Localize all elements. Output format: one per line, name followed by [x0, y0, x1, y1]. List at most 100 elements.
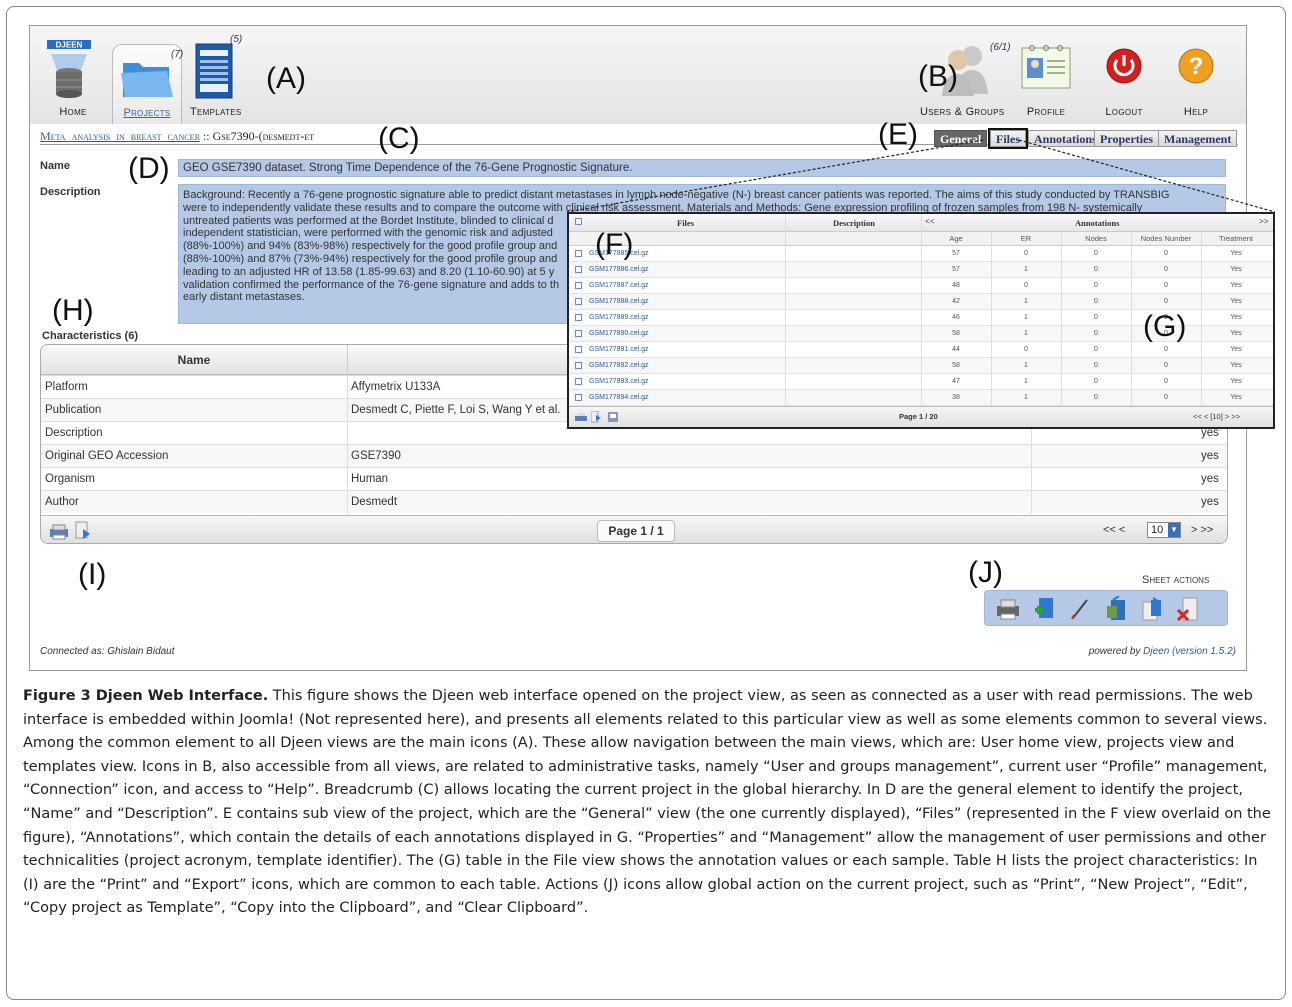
files-footer: Page 1 / 20 << < [10] > >> — [569, 406, 1273, 427]
copy-as-template-icon[interactable] — [1103, 596, 1129, 622]
nav-help-label: Help — [1183, 106, 1209, 118]
header-annotations: Annotations — [1075, 218, 1120, 228]
edit-icon[interactable] — [1067, 596, 1093, 622]
nav-home[interactable]: DJEEN Home — [38, 40, 108, 122]
row-checkbox[interactable] — [575, 266, 582, 273]
nav-logout[interactable]: Logout — [1084, 46, 1164, 122]
row-name: Description — [45, 427, 103, 439]
annotations-next[interactable]: >> — [1259, 216, 1269, 226]
cell-er: 1 — [1024, 378, 1028, 385]
djeen-version-link[interactable]: Djeen (version 1.5.2) — [1143, 646, 1236, 657]
export-icon[interactable] — [75, 521, 91, 541]
print-icon[interactable] — [575, 413, 587, 423]
cell-age: 57 — [952, 266, 960, 273]
export-icon[interactable] — [591, 411, 601, 423]
row-name: Author — [45, 496, 79, 508]
cell-er: 0 — [1024, 282, 1028, 289]
name-label: Name — [40, 160, 70, 172]
label-d: (D) — [128, 152, 170, 185]
clear-clipboard-icon[interactable] — [1175, 596, 1201, 622]
file-link[interactable]: GSM177890.cel.gz — [589, 330, 649, 337]
nav-profile[interactable]: Profile — [1006, 45, 1086, 122]
row-checkbox[interactable] — [575, 298, 582, 305]
row-checkbox[interactable] — [575, 282, 582, 289]
tab-files[interactable]: Files — [988, 128, 1028, 149]
row-name: Publication — [45, 404, 102, 416]
label-b: (B) — [918, 60, 958, 93]
caption-title: Figure 3 Djeen Web Interface. — [23, 688, 269, 704]
description-line: Background: Recently a 76-gene prognosti… — [183, 189, 1170, 201]
nav-templates[interactable]: (5) Templates — [186, 34, 256, 122]
cell-nn: 0 — [1164, 298, 1168, 305]
header-name[interactable]: Name — [41, 353, 347, 367]
page-size-value: 10 — [1151, 524, 1164, 536]
annotations-prev[interactable]: << — [925, 216, 935, 226]
cell-tr: Yes — [1230, 394, 1242, 401]
cell-er: 1 — [1024, 394, 1028, 401]
nav-help[interactable]: ? Help — [1156, 46, 1236, 122]
file-link[interactable]: GSM177888.cel.gz — [589, 298, 649, 305]
cell-nn: 0 — [1164, 394, 1168, 401]
cell-er: 1 — [1024, 266, 1028, 273]
label-e: (E) — [878, 118, 918, 151]
file-link[interactable]: GSM177894.cel.gz — [589, 394, 649, 401]
print-icon[interactable] — [995, 596, 1021, 622]
file-link[interactable]: GSM177891.cel.gz — [589, 346, 649, 353]
row-checkbox[interactable] — [575, 314, 582, 321]
connected-as: Connected as: Ghislain Bidaut — [40, 646, 175, 657]
file-link[interactable]: GSM177889.cel.gz — [589, 314, 649, 321]
table-row[interactable]: Original GEO Accession GSE7390 yes — [41, 444, 1227, 468]
row-checkbox[interactable] — [575, 250, 582, 257]
subheader-er: ER — [1020, 234, 1032, 243]
subheader-age: Age — [949, 234, 963, 243]
powered-by: powered by Djeen (version 1.5.2) — [1089, 646, 1236, 657]
nav-projects[interactable]: (7) Projects — [112, 44, 183, 124]
tab-management[interactable]: Management — [1158, 130, 1238, 147]
page-size-select[interactable]: 10 ▼ — [1147, 522, 1181, 538]
table-row[interactable]: Organism Human yes — [41, 467, 1227, 491]
new-project-icon[interactable] — [1031, 596, 1057, 622]
pager-prev[interactable]: << < — [1103, 524, 1125, 536]
breadcrumb: Meta_analysis_in_breast_cancer :: Gse739… — [40, 129, 314, 144]
cell-nodes: 0 — [1094, 298, 1098, 305]
profile-card-icon — [1021, 45, 1071, 89]
tab-annotations[interactable]: Annotations — [1028, 130, 1103, 147]
download-icon[interactable] — [607, 411, 619, 423]
pager-next[interactable]: > >> — [1191, 524, 1213, 536]
breadcrumb-project-link[interactable]: Meta_analysis_in_breast_cancer — [40, 129, 200, 143]
file-link[interactable]: GSM177893.cel.gz — [589, 378, 649, 385]
row-checkbox[interactable] — [575, 378, 582, 385]
file-link[interactable]: GSM177887.cel.gz — [589, 282, 649, 289]
copy-clipboard-icon[interactable] — [1139, 596, 1165, 622]
row-checkbox[interactable] — [575, 362, 582, 369]
files-pager[interactable]: << < [10] > >> — [1193, 412, 1240, 421]
cell-tr: Yes — [1230, 378, 1242, 385]
print-icon[interactable] — [49, 524, 69, 540]
cell-nodes: 0 — [1094, 282, 1098, 289]
label-f: (F) — [595, 228, 634, 261]
cell-tr: Yes — [1230, 362, 1242, 369]
tab-general[interactable]: General — [934, 130, 988, 147]
file-link[interactable]: GSM177886.cel.gz — [589, 266, 649, 273]
help-icon: ? — [1178, 48, 1214, 84]
header-files[interactable]: Files — [677, 218, 694, 228]
svg-text:?: ? — [1189, 53, 1204, 80]
label-c: (C) — [378, 122, 420, 155]
file-link[interactable]: GSM177892.cel.gz — [589, 362, 649, 369]
row-value: GSE7390 — [351, 450, 401, 462]
tab-properties[interactable]: Properties — [1094, 130, 1160, 147]
select-all-checkbox[interactable] — [575, 218, 582, 225]
cell-nodes: 0 — [1094, 394, 1098, 401]
power-icon — [1106, 48, 1142, 84]
row-checkbox[interactable] — [575, 346, 582, 353]
nav-templates-label: Templates — [190, 106, 242, 118]
table-row[interactable]: Author Desmedt yes — [41, 490, 1227, 514]
header-description[interactable]: Description — [833, 218, 875, 228]
figure-caption: Figure 3 Djeen Web Interface. This figur… — [23, 685, 1273, 921]
cell-nodes: 0 — [1094, 330, 1098, 337]
row-checkbox[interactable] — [575, 394, 582, 401]
row-checkbox[interactable] — [575, 330, 582, 337]
powered-prefix: powered by — [1088, 646, 1144, 657]
cell-nodes: 0 — [1094, 346, 1098, 353]
cell-tr: Yes — [1230, 282, 1242, 289]
